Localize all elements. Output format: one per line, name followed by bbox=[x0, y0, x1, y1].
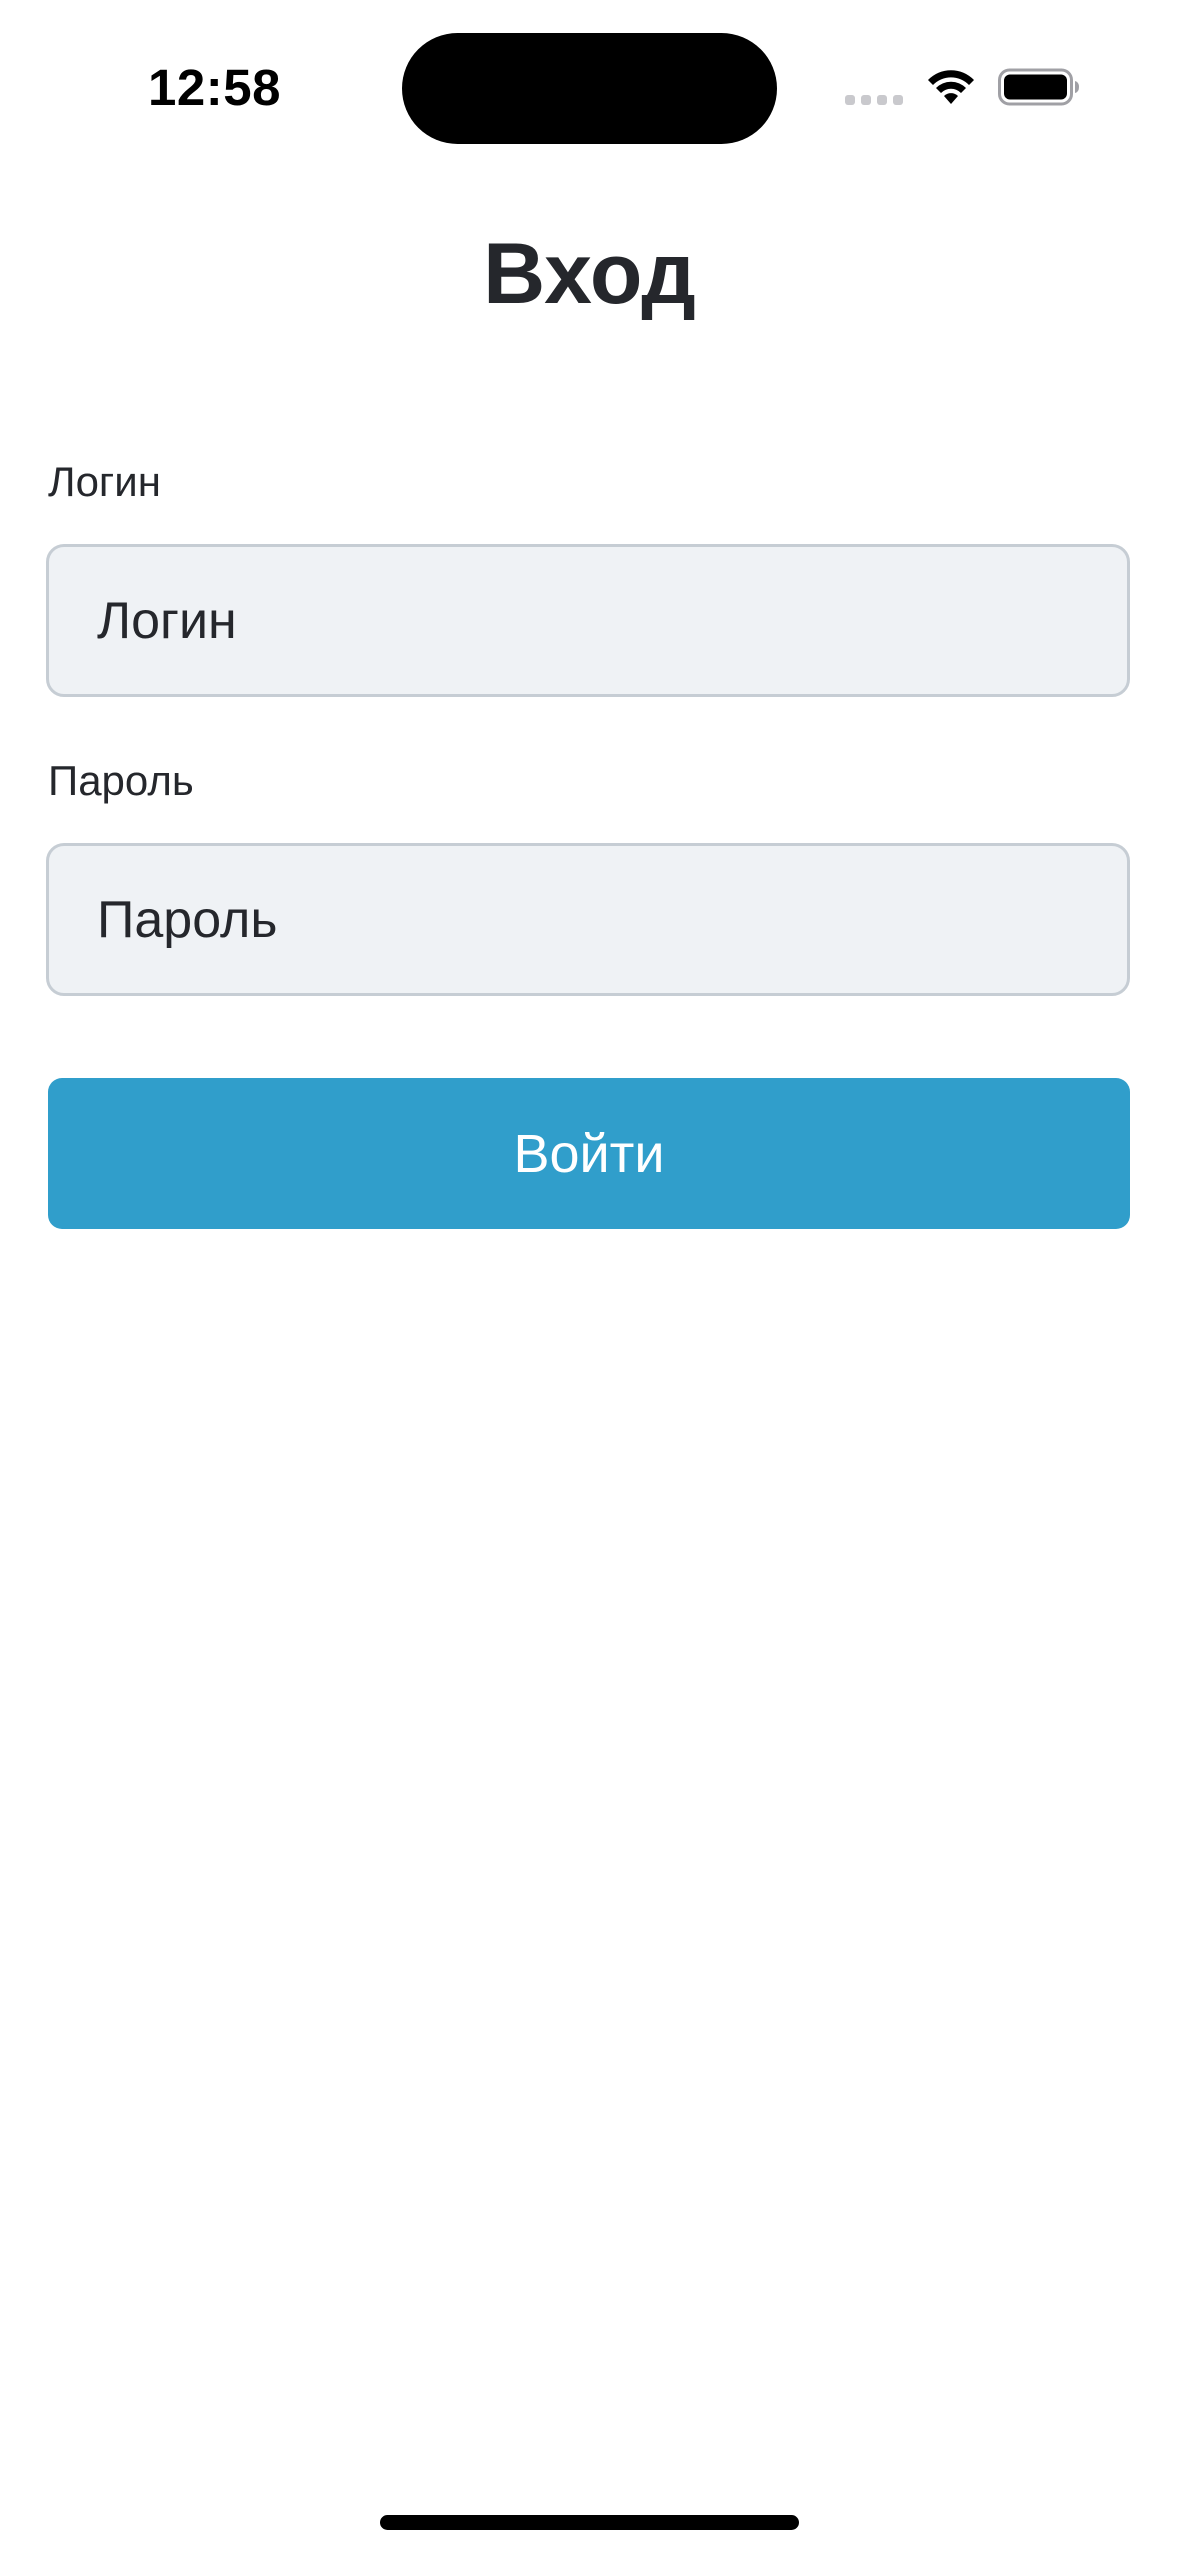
dynamic-island bbox=[402, 33, 777, 144]
password-label: Пароль bbox=[48, 757, 194, 804]
wifi-icon bbox=[928, 70, 974, 104]
battery-icon bbox=[998, 68, 1079, 106]
login-input[interactable] bbox=[46, 544, 1130, 697]
status-bar: 12:58 bbox=[0, 0, 1179, 170]
page-title: Вход bbox=[483, 226, 696, 322]
status-time: 12:58 bbox=[148, 59, 281, 116]
password-input[interactable] bbox=[46, 843, 1130, 996]
signal-icon bbox=[845, 95, 903, 105]
home-indicator[interactable] bbox=[380, 2515, 799, 2530]
login-label: Логин bbox=[48, 458, 161, 505]
login-button[interactable]: Войти bbox=[48, 1078, 1130, 1229]
